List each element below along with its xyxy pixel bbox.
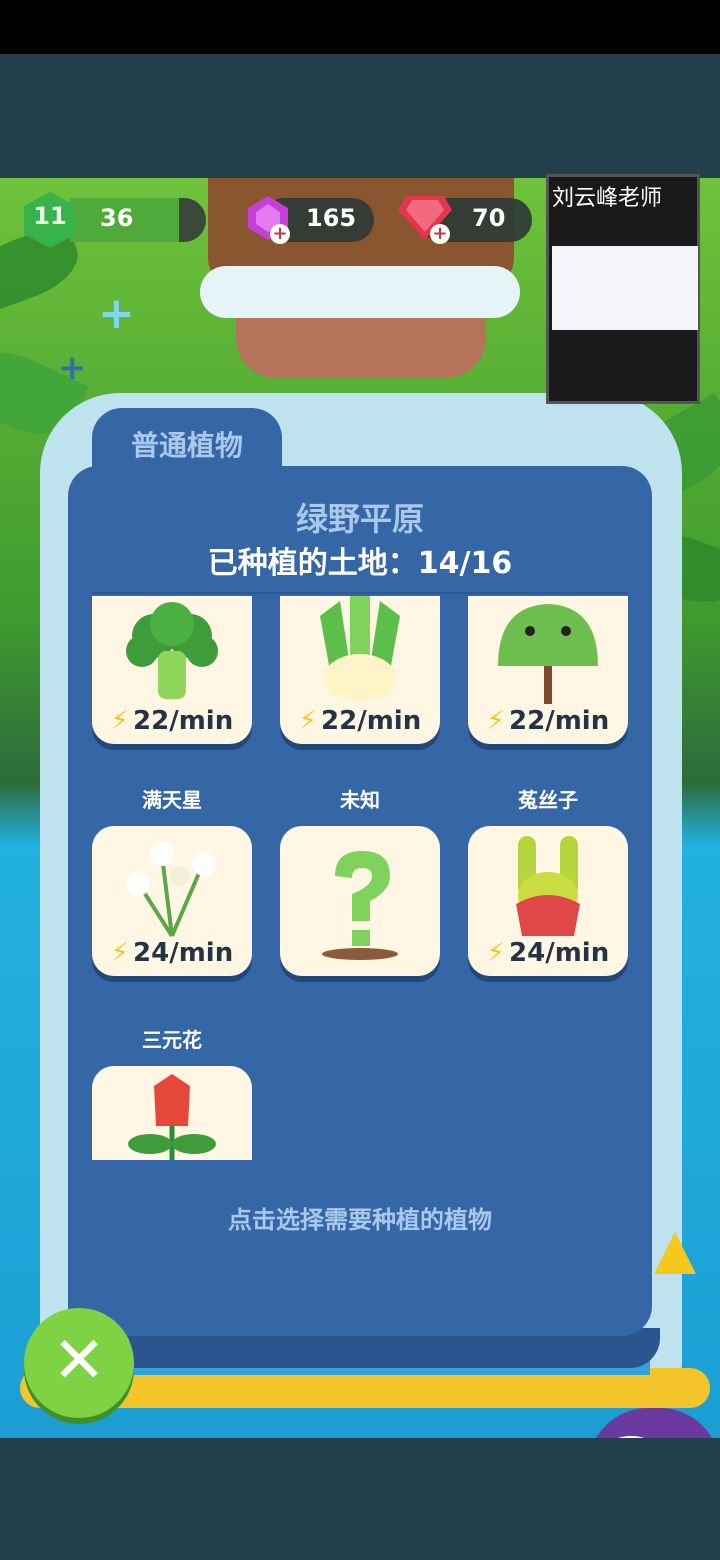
red-flower-plant-icon bbox=[128, 1074, 216, 1160]
xp-progress-bar bbox=[70, 198, 206, 242]
party-hat-icon bbox=[654, 1232, 696, 1274]
sparkle-plus-icon: + bbox=[98, 288, 135, 339]
plant-card[interactable]: ⚡ 22/min bbox=[92, 596, 252, 744]
plant-rate: 24/min bbox=[133, 938, 234, 968]
purple-gem-count: 165 bbox=[306, 204, 357, 232]
plant-name: 三元花 bbox=[142, 1028, 202, 1052]
add-purple-gem-icon[interactable]: + bbox=[270, 224, 290, 244]
plant-card[interactable]: ⚡ 24/min bbox=[468, 826, 628, 976]
plant-name: 未知 bbox=[340, 788, 380, 812]
level-number: 11 bbox=[33, 202, 67, 230]
xp-value: 36 bbox=[100, 204, 134, 232]
broccoli-plant-icon bbox=[126, 602, 218, 699]
hint-text: 点击选择需要种植的植物 bbox=[228, 1206, 492, 1234]
status-bar bbox=[0, 0, 720, 54]
energy-icon: ⚡ bbox=[298, 706, 318, 736]
jar-rim bbox=[200, 266, 520, 318]
planted-land-count: 已种植的土地：14/16 bbox=[207, 546, 513, 581]
region-title: 绿野平原 bbox=[295, 500, 424, 538]
plant-card[interactable]: ⚡ 22/min bbox=[280, 596, 440, 744]
plant-card[interactable] bbox=[280, 826, 440, 976]
bottom-background bbox=[0, 1438, 720, 1560]
plant-name: 菟丝子 bbox=[518, 788, 578, 812]
top-background bbox=[0, 54, 720, 178]
red-gem-count: 70 bbox=[472, 204, 506, 232]
dodder-plant-icon bbox=[516, 836, 580, 936]
plant-card[interactable]: ⚡ 24/min bbox=[92, 826, 252, 976]
tree-plant-icon bbox=[498, 604, 598, 704]
energy-icon: ⚡ bbox=[486, 706, 506, 736]
webcam-screen-preview bbox=[552, 246, 698, 330]
plant-rate: 22/min bbox=[509, 706, 610, 736]
plant-rate: 22/min bbox=[133, 706, 234, 736]
plant-card[interactable] bbox=[92, 1066, 252, 1160]
plant-card[interactable]: ⚡ 22/min bbox=[468, 596, 628, 744]
babys-breath-plant-icon bbox=[126, 842, 216, 938]
energy-icon: ⚡ bbox=[110, 706, 130, 736]
sparkle-plus-icon: + bbox=[58, 348, 87, 388]
add-red-gem-icon[interactable]: + bbox=[430, 224, 450, 244]
plant-rate: 24/min bbox=[509, 938, 610, 968]
energy-icon: ⚡ bbox=[486, 938, 506, 968]
plant-rate: 22/min bbox=[321, 706, 422, 736]
divider bbox=[92, 592, 628, 594]
question-mark-icon bbox=[322, 851, 398, 960]
webcam-label: 刘云峰老师 bbox=[552, 186, 663, 211]
leek-plant-icon bbox=[320, 596, 400, 702]
plant-name: 满天星 bbox=[142, 788, 202, 812]
energy-icon: ⚡ bbox=[110, 938, 130, 968]
close-icon: ✕ bbox=[52, 1324, 106, 1398]
tab-label: 普通植物 bbox=[130, 429, 243, 462]
